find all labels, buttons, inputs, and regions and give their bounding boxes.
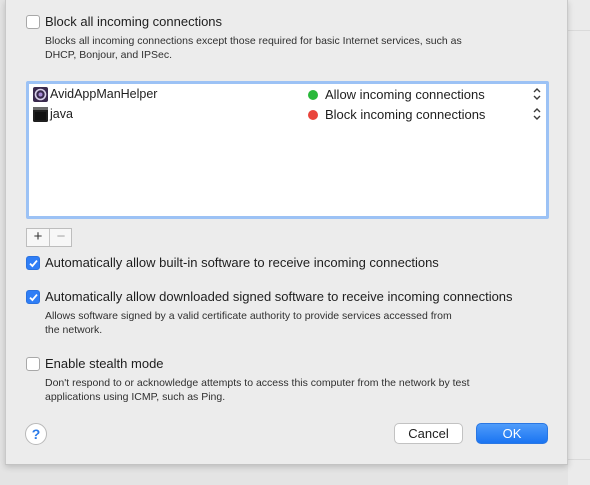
allow-status-dot [308, 90, 318, 100]
stealth-mode-label: Enable stealth mode [45, 356, 164, 371]
auto-signed-description-line: Allows software signed by a valid certif… [45, 310, 452, 322]
remove-app-button[interactable]: − [50, 229, 72, 246]
auto-builtin-checkbox[interactable] [26, 256, 40, 270]
add-app-button[interactable]: + [27, 229, 49, 246]
app-list-row[interactable]: java Block incoming connections [29, 105, 546, 125]
stealth-mode-description: Don't respond to or acknowledge attempts… [45, 376, 470, 404]
app-status: Block incoming connections [325, 107, 486, 122]
background-divider [568, 30, 590, 31]
block-all-description: Blocks all incoming connections except t… [45, 34, 462, 62]
status-popup-chevron-icon[interactable] [533, 107, 541, 126]
stealth-mode-checkbox[interactable] [26, 357, 40, 371]
avid-app-icon [33, 87, 48, 102]
stealth-description-line: applications using ICMP, such as Ping. [45, 391, 226, 403]
background-window-edge [568, 0, 590, 485]
app-name: java [50, 107, 73, 121]
ok-button[interactable]: OK [476, 423, 548, 444]
firewall-options-sheet: Block all incoming connections Blocks al… [5, 0, 568, 465]
terminal-icon [33, 107, 48, 122]
status-popup-chevron-icon[interactable] [533, 87, 541, 106]
cancel-button[interactable]: Cancel [394, 423, 463, 444]
app-list[interactable]: AvidAppManHelper Allow incoming connecti… [26, 81, 549, 219]
app-status: Allow incoming connections [325, 87, 485, 102]
checkmark-icon [29, 260, 38, 268]
block-status-dot [308, 110, 318, 120]
auto-signed-label: Automatically allow downloaded signed so… [45, 289, 513, 304]
auto-builtin-label: Automatically allow built-in software to… [45, 255, 439, 270]
checkmark-icon [29, 294, 38, 302]
block-all-description-line: Blocks all incoming connections except t… [45, 35, 462, 47]
block-all-label: Block all incoming connections [45, 14, 223, 29]
background-divider [568, 459, 590, 460]
auto-signed-description: Allows software signed by a valid certif… [45, 309, 452, 337]
auto-signed-checkbox[interactable] [26, 290, 40, 304]
app-list-row[interactable]: AvidAppManHelper Allow incoming connecti… [29, 85, 546, 105]
app-name: AvidAppManHelper [50, 87, 158, 101]
stealth-description-line: Don't respond to or acknowledge attempts… [45, 377, 470, 389]
block-all-checkbox[interactable] [26, 15, 40, 29]
list-edit-controls: + − [26, 228, 72, 247]
auto-signed-description-line: the network. [45, 324, 103, 336]
block-all-description-line: DHCP, Bonjour, and IPSec. [45, 49, 173, 61]
help-icon[interactable]: ? [25, 423, 47, 445]
